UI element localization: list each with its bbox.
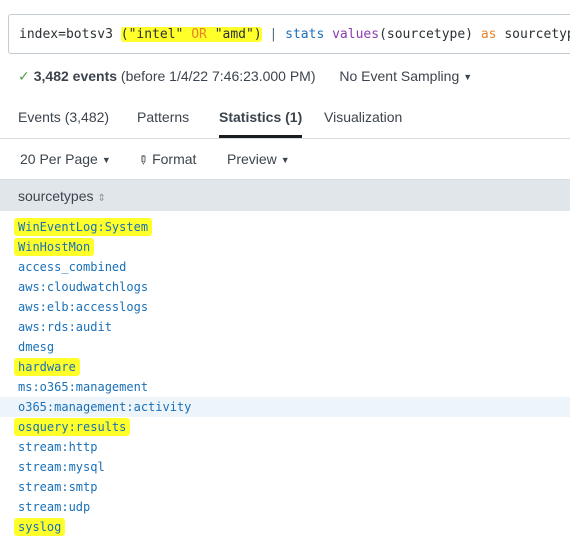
format-button[interactable]: ✎Format bbox=[135, 139, 197, 180]
list-item[interactable]: aws:rds:audit bbox=[0, 317, 570, 337]
list-item[interactable]: WinEventLog:System bbox=[0, 217, 570, 237]
column-header-sourcetypes[interactable]: sourcetypes ⇕ bbox=[0, 179, 570, 211]
search-term-intel: "intel" bbox=[128, 27, 184, 42]
column-header-label: sourcetypes bbox=[18, 188, 94, 204]
search-function-values: values bbox=[332, 27, 380, 42]
preview-dropdown[interactable]: Preview ▼ bbox=[227, 139, 290, 181]
search-alias: sourcetypes bbox=[504, 27, 570, 42]
search-paren-open: ( bbox=[120, 27, 129, 42]
per-page-label: 20 Per Page bbox=[20, 151, 98, 167]
search-summary: ✓ 3,482 events (before 1/4/22 7:46:23.000… bbox=[18, 66, 472, 86]
list-item-text[interactable]: aws:elb:accesslogs bbox=[14, 298, 152, 316]
search-paren-close: ) bbox=[253, 27, 262, 42]
search-command-stats: stats bbox=[285, 27, 325, 42]
event-count: 3,482 events bbox=[33, 68, 118, 84]
search-term-amd: "amd" bbox=[214, 27, 254, 42]
tab-events[interactable]: Events (3,482) bbox=[18, 98, 109, 138]
tab-statistics[interactable]: Statistics (1) bbox=[219, 98, 303, 138]
list-item-text[interactable]: syslog bbox=[14, 518, 66, 536]
results-toolbar: 20 Per Page ▼ ✎Format Preview ▼ bbox=[0, 139, 570, 179]
tab-visualization[interactable]: Visualization bbox=[324, 98, 402, 138]
list-item-text[interactable]: aws:rds:audit bbox=[14, 318, 116, 336]
list-item[interactable]: stream:udp bbox=[0, 497, 570, 517]
caret-down-icon: ▼ bbox=[101, 155, 111, 165]
list-item-text[interactable]: aws:cloudwatchlogs bbox=[14, 278, 152, 296]
list-item[interactable]: dmesg bbox=[0, 337, 570, 357]
list-item[interactable]: stream:mysql bbox=[0, 457, 570, 477]
list-item-text[interactable]: access_combined bbox=[14, 258, 130, 276]
list-item[interactable]: stream:smtp bbox=[0, 477, 570, 497]
format-label: Format bbox=[152, 151, 197, 167]
list-item[interactable]: access_combined bbox=[0, 257, 570, 277]
list-item-text[interactable]: o365:management:activity bbox=[14, 398, 195, 416]
results-tabs: Events (3,482) Patterns Statistics (1) V… bbox=[0, 98, 570, 139]
list-item-text[interactable]: hardware bbox=[14, 358, 80, 376]
search-operator-or: OR bbox=[191, 27, 207, 42]
list-item-text[interactable]: stream:mysql bbox=[14, 458, 109, 476]
list-item[interactable]: hardware bbox=[0, 357, 570, 377]
per-page-dropdown[interactable]: 20 Per Page ▼ bbox=[20, 139, 111, 181]
list-item-text[interactable]: dmesg bbox=[14, 338, 58, 356]
sort-icon[interactable]: ⇕ bbox=[97, 193, 105, 204]
search-highlight-terms: ("intel" OR "amd") bbox=[120, 27, 262, 42]
list-item[interactable]: aws:elb:accesslogs bbox=[0, 297, 570, 317]
list-item[interactable]: WinHostMon bbox=[0, 237, 570, 257]
list-item-text[interactable]: osquery:results bbox=[14, 418, 131, 436]
list-item-text[interactable]: WinHostMon bbox=[14, 238, 95, 256]
search-index: index=botsv3 bbox=[19, 27, 121, 42]
list-item-text[interactable]: stream:smtp bbox=[14, 478, 101, 496]
list-item-text[interactable]: ms:o365:management bbox=[14, 378, 152, 396]
list-item[interactable]: osquery:results bbox=[0, 417, 570, 437]
list-item[interactable]: stream:http bbox=[0, 437, 570, 457]
list-item-text[interactable]: WinEventLog:System bbox=[14, 218, 153, 236]
list-item-text[interactable]: stream:udp bbox=[14, 498, 94, 516]
caret-down-icon: ▼ bbox=[280, 155, 290, 165]
list-item-text[interactable]: stream:http bbox=[14, 438, 101, 456]
list-item[interactable]: o365:management:activity bbox=[0, 397, 570, 417]
search-pipe: | bbox=[269, 27, 278, 42]
search-input[interactable]: index=botsv3 ("intel" OR "amd") | stats … bbox=[8, 14, 570, 54]
preview-label: Preview bbox=[227, 151, 277, 167]
search-arg: (sourcetype) bbox=[379, 27, 473, 42]
checkmark-icon: ✓ bbox=[18, 68, 30, 84]
tab-patterns[interactable]: Patterns bbox=[137, 98, 189, 138]
search-keyword-as: as bbox=[480, 27, 497, 42]
list-item[interactable]: syslog bbox=[0, 517, 570, 537]
event-sampling-dropdown[interactable]: No Event Sampling ▼ bbox=[339, 68, 472, 84]
sourcetype-values-list: WinEventLog:System WinHostMon access_com… bbox=[0, 217, 570, 537]
event-sampling-label: No Event Sampling bbox=[339, 68, 460, 84]
time-range: (before 1/4/22 7:46:23.000 PM) bbox=[120, 68, 316, 84]
list-item[interactable]: aws:cloudwatchlogs bbox=[0, 277, 570, 297]
caret-down-icon: ▼ bbox=[463, 72, 473, 82]
list-item[interactable]: ms:o365:management bbox=[0, 377, 570, 397]
